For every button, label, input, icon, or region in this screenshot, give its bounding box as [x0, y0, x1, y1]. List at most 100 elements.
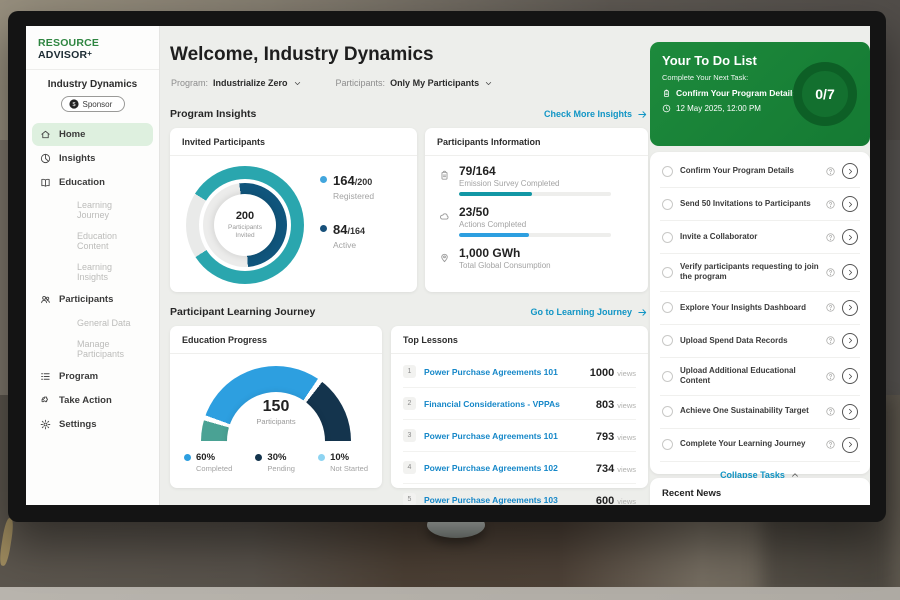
- legend-percent: 30%: [267, 452, 295, 463]
- sidebar-item[interactable]: Education Content: [32, 226, 153, 256]
- task-open-button[interactable]: [842, 229, 858, 245]
- task-open-button[interactable]: [842, 196, 858, 212]
- check-more-insights-link[interactable]: Check More Insights: [544, 109, 648, 120]
- sidebar-item[interactable]: Learning Insights: [32, 257, 153, 287]
- sidebar-item[interactable]: Take Action: [32, 389, 153, 412]
- task-open-button[interactable]: [842, 163, 858, 179]
- filters-row: Program: Industrialize Zero Participants…: [171, 78, 493, 88]
- datetime-label: 12 May 2025, 12:00 PM: [676, 104, 761, 113]
- task-label[interactable]: Upload Spend Data Records: [680, 336, 819, 346]
- lesson-link[interactable]: Power Purchase Agreements 103: [424, 495, 588, 505]
- gauge-legend-item: 60% Completed: [184, 452, 232, 473]
- lesson-link[interactable]: Financial Considerations - VPPAs: [424, 399, 588, 409]
- task-row: Achieve One Sustainability Target: [660, 396, 860, 429]
- task-open-button[interactable]: [842, 333, 858, 349]
- lesson-link[interactable]: Power Purchase Agreements 102: [424, 463, 588, 473]
- task-checkbox[interactable]: [662, 166, 673, 177]
- sidebar-item-label: Learning Journey: [77, 200, 145, 220]
- task-label[interactable]: Explore Your Insights Dashboard: [680, 303, 819, 313]
- task-checkbox[interactable]: [662, 439, 673, 450]
- lesson-row: 2 Financial Considerations - VPPAs 803vi…: [403, 388, 636, 420]
- question-icon[interactable]: [826, 440, 835, 449]
- task-checkbox[interactable]: [662, 371, 673, 382]
- question-icon[interactable]: [826, 167, 835, 176]
- photo-background: RESOURCE ADVISOR+ Industry Dynamics $ Sp…: [0, 0, 900, 600]
- task-checkbox[interactable]: [662, 267, 673, 278]
- task-checkbox[interactable]: [662, 199, 673, 210]
- legend-dot: [320, 176, 327, 183]
- gauge-center: 150 Participants: [201, 398, 351, 426]
- learning-journey-header: Participant Learning Journey Go to Learn…: [170, 306, 648, 318]
- task-row: Invite a Collaborator: [660, 221, 860, 254]
- task-open-button[interactable]: [842, 368, 858, 384]
- app-logo[interactable]: RESOURCE ADVISOR+: [26, 26, 159, 70]
- task-label[interactable]: Confirm Your Program Details: [680, 166, 819, 176]
- sidebar-item[interactable]: Settings: [32, 413, 153, 436]
- todo-tasks-card: Confirm Your Program Details Send 50 Inv…: [650, 152, 870, 474]
- question-icon[interactable]: [826, 233, 835, 242]
- task-row: Upload Additional Educational Content: [660, 358, 860, 396]
- task-checkbox[interactable]: [662, 232, 673, 243]
- task-checkbox[interactable]: [662, 406, 673, 417]
- task-open-button[interactable]: [842, 264, 858, 280]
- sidebar-item-label: Take Action: [59, 395, 112, 406]
- arrow-right-icon: [637, 109, 648, 120]
- task-label[interactable]: Send 50 Invitations to Participants: [680, 199, 819, 209]
- link-label: Go to Learning Journey: [530, 307, 632, 317]
- program-select[interactable]: Program: Industrialize Zero: [171, 78, 302, 88]
- sidebar-item[interactable]: Education: [32, 171, 153, 194]
- sidebar-item-label: Learning Insights: [77, 262, 145, 282]
- question-icon[interactable]: [826, 200, 835, 209]
- legend-dot: [318, 454, 325, 461]
- sidebar-item[interactable]: Manage Participants: [32, 334, 153, 364]
- lesson-views-label: views: [617, 401, 636, 410]
- sidebar-item[interactable]: Home: [32, 123, 153, 146]
- lesson-rank: 2: [403, 397, 416, 410]
- logo-secondary: ADVISOR: [38, 49, 87, 61]
- task-open-button[interactable]: [842, 300, 858, 316]
- chevron-right-icon: [846, 303, 855, 312]
- legend-dot: [320, 225, 327, 232]
- question-icon[interactable]: [826, 372, 835, 381]
- go-to-learning-journey-link[interactable]: Go to Learning Journey: [530, 307, 648, 318]
- settings-icon: [40, 419, 51, 430]
- task-open-button[interactable]: [842, 404, 858, 420]
- stat-row: 1,000 GWh Total Global Consumption: [439, 246, 634, 274]
- lesson-views: 600: [596, 495, 614, 506]
- program-insights-header: Program Insights Check More Insights: [170, 108, 648, 120]
- donut-center-value: 200: [236, 210, 254, 222]
- task-label[interactable]: Achieve One Sustainability Target: [680, 406, 819, 416]
- task-checkbox[interactable]: [662, 302, 673, 313]
- sidebar-item-label: Education: [59, 177, 105, 188]
- task-label[interactable]: Upload Additional Educational Content: [680, 366, 819, 387]
- sidebar-item[interactable]: Participants: [32, 288, 153, 311]
- background-floor-strip: [0, 587, 900, 600]
- lesson-link[interactable]: Power Purchase Agreements 101: [424, 431, 588, 441]
- donut-center-label: Participants Invited: [222, 224, 268, 240]
- lesson-row: 3 Power Purchase Agreements 101 793views: [403, 420, 636, 452]
- participants-select[interactable]: Participants: Only My Participants: [336, 78, 494, 88]
- sidebar-item[interactable]: Learning Journey: [32, 195, 153, 225]
- sidebar-item[interactable]: General Data: [32, 312, 153, 333]
- task-label[interactable]: Invite a Collaborator: [680, 232, 819, 242]
- question-icon[interactable]: [826, 407, 835, 416]
- task-label[interactable]: Verify participants requesting to join t…: [680, 262, 819, 283]
- sidebar-item[interactable]: Insights: [32, 147, 153, 170]
- task-row: Confirm Your Program Details: [660, 155, 860, 188]
- chevron-down-icon[interactable]: [293, 79, 302, 88]
- chevron-down-icon[interactable]: [484, 79, 493, 88]
- question-icon[interactable]: [826, 268, 835, 277]
- task-label[interactable]: Complete Your Learning Journey: [680, 439, 819, 449]
- stat-value: 23/50: [459, 205, 611, 219]
- card-title: Invited Participants: [170, 128, 417, 156]
- task-open-button[interactable]: [842, 437, 858, 453]
- lesson-link[interactable]: Power Purchase Agreements 101: [424, 367, 582, 377]
- stat-row: 79/164 Emission Survey Completed: [439, 164, 634, 196]
- card-title: Top Lessons: [391, 326, 648, 354]
- question-icon[interactable]: [826, 303, 835, 312]
- sidebar-item[interactable]: Program: [32, 365, 153, 388]
- sponsor-badge[interactable]: $ Sponsor: [61, 96, 125, 112]
- progress-fill: [459, 233, 529, 237]
- task-checkbox[interactable]: [662, 335, 673, 346]
- question-icon[interactable]: [826, 336, 835, 345]
